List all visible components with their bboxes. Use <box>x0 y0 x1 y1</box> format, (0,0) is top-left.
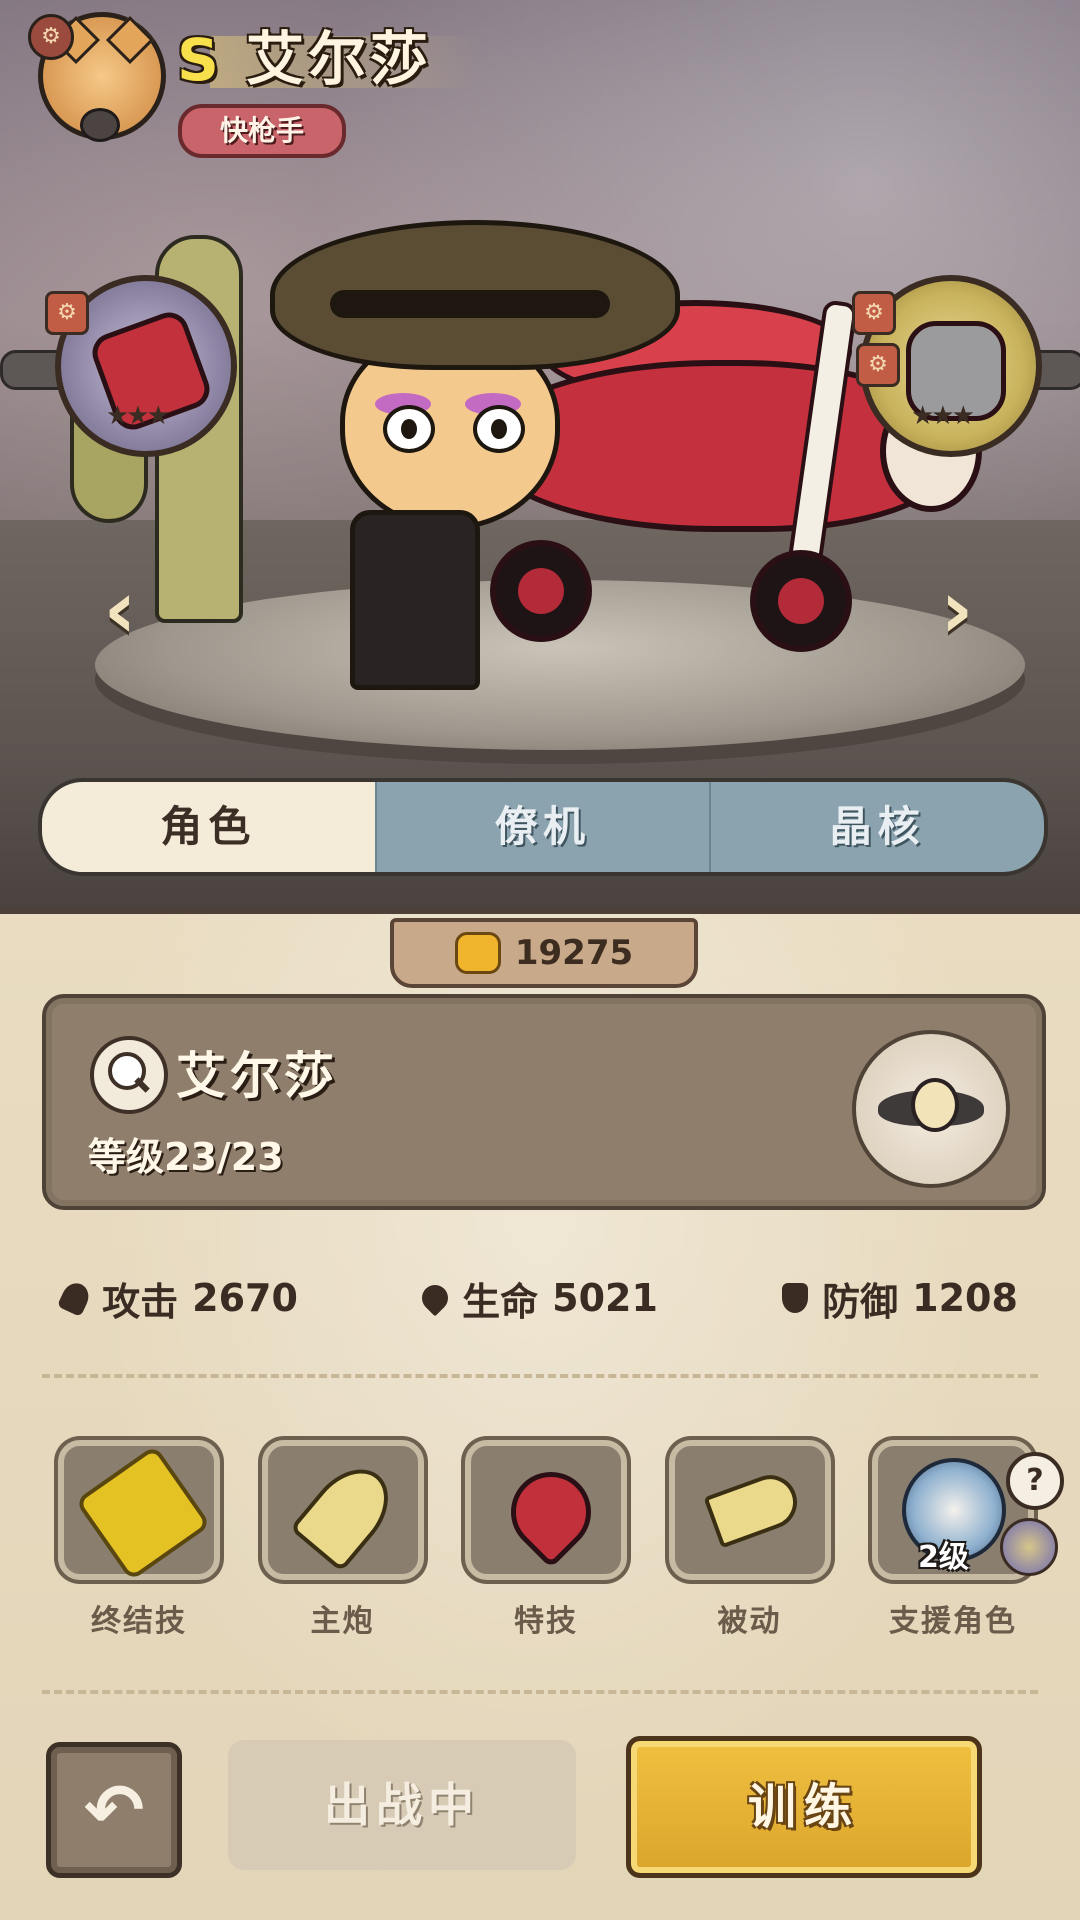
previous-character-arrow[interactable]: ‹ <box>95 570 145 650</box>
shield-icon <box>782 1283 809 1313</box>
stats-row: 攻击 2670 生命 5021 防御 1208 <box>0 1268 1080 1328</box>
equipment-slot-right[interactable]: ⚙ ⚙ ★★★ <box>852 275 1042 457</box>
gear-icon: ⚙ <box>856 343 900 387</box>
train-button[interactable]: 训练 <box>626 1736 982 1878</box>
divider <box>42 1690 1038 1694</box>
tab-bar: 角色 僚机 晶核 <box>38 778 1048 876</box>
magnifier-icon[interactable] <box>90 1036 168 1114</box>
heart-icon <box>494 1455 608 1569</box>
skill-slot[interactable] <box>465 1440 627 1580</box>
double-bullet-icon <box>702 1467 805 1549</box>
winged-skull-icon <box>80 108 120 142</box>
character-name: 艾尔莎 <box>246 25 433 93</box>
combat-power-value: 19275 <box>514 933 634 973</box>
skill-special[interactable]: 特技 <box>463 1440 629 1640</box>
skill-passive[interactable]: 被动 <box>667 1440 833 1640</box>
swap-icon[interactable] <box>1000 1518 1058 1576</box>
skill-main-cannon[interactable]: 主炮 <box>260 1440 426 1640</box>
deployed-status-button[interactable]: 出战中 <box>228 1740 576 1870</box>
combat-power-plate: 19275 <box>390 918 698 988</box>
skill-slot[interactable]: 2级 ? <box>872 1440 1064 1580</box>
gear-icon: ⚙ <box>852 291 896 335</box>
defense-stat: 防御 1208 <box>782 1271 1018 1326</box>
card-character-name: 艾尔莎 <box>176 1047 338 1105</box>
skill-label: 终结技 <box>91 1604 187 1639</box>
gear-icon: ⚙ <box>28 14 74 60</box>
skill-slot[interactable] <box>261 1440 424 1580</box>
fist-icon <box>454 932 501 974</box>
bullet-icon <box>56 1278 94 1318</box>
tab-character[interactable]: 角色 <box>42 782 377 872</box>
pilot-emblem-button[interactable] <box>852 1030 1010 1188</box>
back-button[interactable]: ↶ <box>46 1742 182 1878</box>
bullet-icon <box>288 1453 405 1573</box>
skill-ultimate[interactable]: 终结技 <box>56 1440 222 1640</box>
skill-label: 支援角色 <box>889 1604 1017 1639</box>
defense-label: 防御 <box>822 1279 899 1324</box>
skills-row: 终结技 主炮 特技 被动 2级 ? 支援角色 <box>56 1440 1064 1640</box>
character-info-card: 艾尔莎 等级23/23 <box>42 994 1046 1210</box>
character-level: 等级23/23 <box>88 1135 284 1179</box>
skill-label: 被动 <box>717 1604 782 1639</box>
hp-label: 生命 <box>462 1279 539 1324</box>
defense-value: 1208 <box>912 1276 1018 1320</box>
skill-slot[interactable] <box>58 1440 220 1582</box>
tab-wingman[interactable]: 僚机 <box>377 782 712 872</box>
hp-stat: 生命 5021 <box>416 1271 658 1326</box>
skill-label: 主炮 <box>310 1604 375 1639</box>
divider <box>42 1374 1038 1378</box>
star-rating-icon: ★★★ <box>911 401 975 431</box>
tab-crystal-core[interactable]: 晶核 <box>711 782 1044 872</box>
character-showcase-scene: ⚙ ★★★ ⚙ ⚙ ★★★ ‹ › ⚙ S 艾尔莎 快枪手 角色 僚机 晶核 <box>0 0 1080 910</box>
character-screen: ⚙ ★★★ ⚙ ⚙ ★★★ ‹ › ⚙ S 艾尔莎 快枪手 角色 僚机 晶核 1… <box>0 0 1080 1920</box>
skill-slot[interactable] <box>668 1440 831 1580</box>
skill-label: 特技 <box>514 1604 578 1639</box>
gatling-gun-icon <box>74 1444 212 1582</box>
heart-icon <box>416 1279 454 1317</box>
help-icon[interactable]: ? <box>1006 1452 1064 1510</box>
next-character-arrow[interactable]: › <box>932 570 982 650</box>
attack-label: 攻击 <box>102 1279 179 1324</box>
skull-icon <box>911 1078 959 1132</box>
gear-icon: ⚙ <box>45 291 89 335</box>
star-rating-icon: ★★★ <box>106 401 170 431</box>
rank-badge: S <box>177 26 219 94</box>
equipment-slot-left[interactable]: ⚙ ★★★ <box>45 275 237 457</box>
hp-value: 5021 <box>552 1276 658 1320</box>
character-illustration[interactable] <box>270 200 680 690</box>
attack-value: 2670 <box>192 1276 298 1320</box>
class-tag: 快枪手 <box>178 104 346 158</box>
attack-stat: 攻击 2670 <box>56 1271 298 1326</box>
skill-support-character[interactable]: 2级 ? 支援角色 <box>870 1440 1064 1640</box>
support-level: 2级 <box>918 1540 969 1575</box>
